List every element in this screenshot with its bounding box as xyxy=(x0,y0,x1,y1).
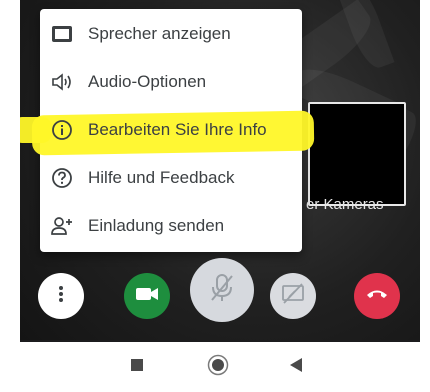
menu-item-label: Sprecher anzeigen xyxy=(88,24,231,43)
menu-item-label: Bearbeiten Sie Ihre Info xyxy=(88,120,267,139)
phone-frame: er Kameras Sprecher anzeigen Audio-Optio… xyxy=(20,0,420,392)
mic-off-icon xyxy=(209,273,235,308)
menu-item-label: Einladung senden xyxy=(88,216,225,235)
info-icon xyxy=(50,118,74,142)
present-screen-off-icon xyxy=(281,282,305,310)
menu-item-label: Hilfe und Feedback xyxy=(88,168,235,187)
camera-text: er Kameras xyxy=(306,196,384,213)
recents-square-icon xyxy=(131,358,143,376)
camera-toggle-button[interactable] xyxy=(124,273,170,319)
back-triangle-icon xyxy=(290,357,302,377)
overflow-menu: Sprecher anzeigen Audio-Optionen Bearbei… xyxy=(20,9,315,252)
home-button[interactable] xyxy=(206,354,230,381)
videocam-icon xyxy=(135,286,159,307)
recents-button[interactable] xyxy=(130,358,144,376)
end-call-button[interactable] xyxy=(354,273,400,319)
help-icon xyxy=(50,166,74,190)
audio-options-icon xyxy=(50,70,74,94)
speaker-view-icon xyxy=(50,22,74,46)
back-button[interactable] xyxy=(288,357,304,377)
add-person-icon xyxy=(50,214,74,238)
end-call-icon xyxy=(366,287,388,305)
menu-item-edit-info[interactable]: Bearbeiten Sie Ihre Info xyxy=(40,107,302,153)
menu-item-help-feedback[interactable]: Hilfe und Feedback xyxy=(40,155,302,201)
call-controls-bar xyxy=(20,258,420,328)
microphone-toggle-button[interactable] xyxy=(190,258,254,322)
home-circle-icon xyxy=(207,354,229,381)
system-navigation-bar xyxy=(20,342,420,392)
menu-item-speaker-view[interactable]: Sprecher anzeigen xyxy=(40,11,302,57)
menu-item-send-invite[interactable]: Einladung senden xyxy=(40,203,302,249)
video-call-screen: er Kameras Sprecher anzeigen Audio-Optio… xyxy=(20,0,420,340)
menu-item-audio-options[interactable]: Audio-Optionen xyxy=(40,59,302,105)
menu-item-label: Audio-Optionen xyxy=(88,72,207,91)
more-options-button[interactable] xyxy=(38,273,84,319)
present-screen-button[interactable] xyxy=(270,273,316,319)
self-video-tile[interactable] xyxy=(308,102,406,206)
more-vertical-icon xyxy=(58,285,64,308)
